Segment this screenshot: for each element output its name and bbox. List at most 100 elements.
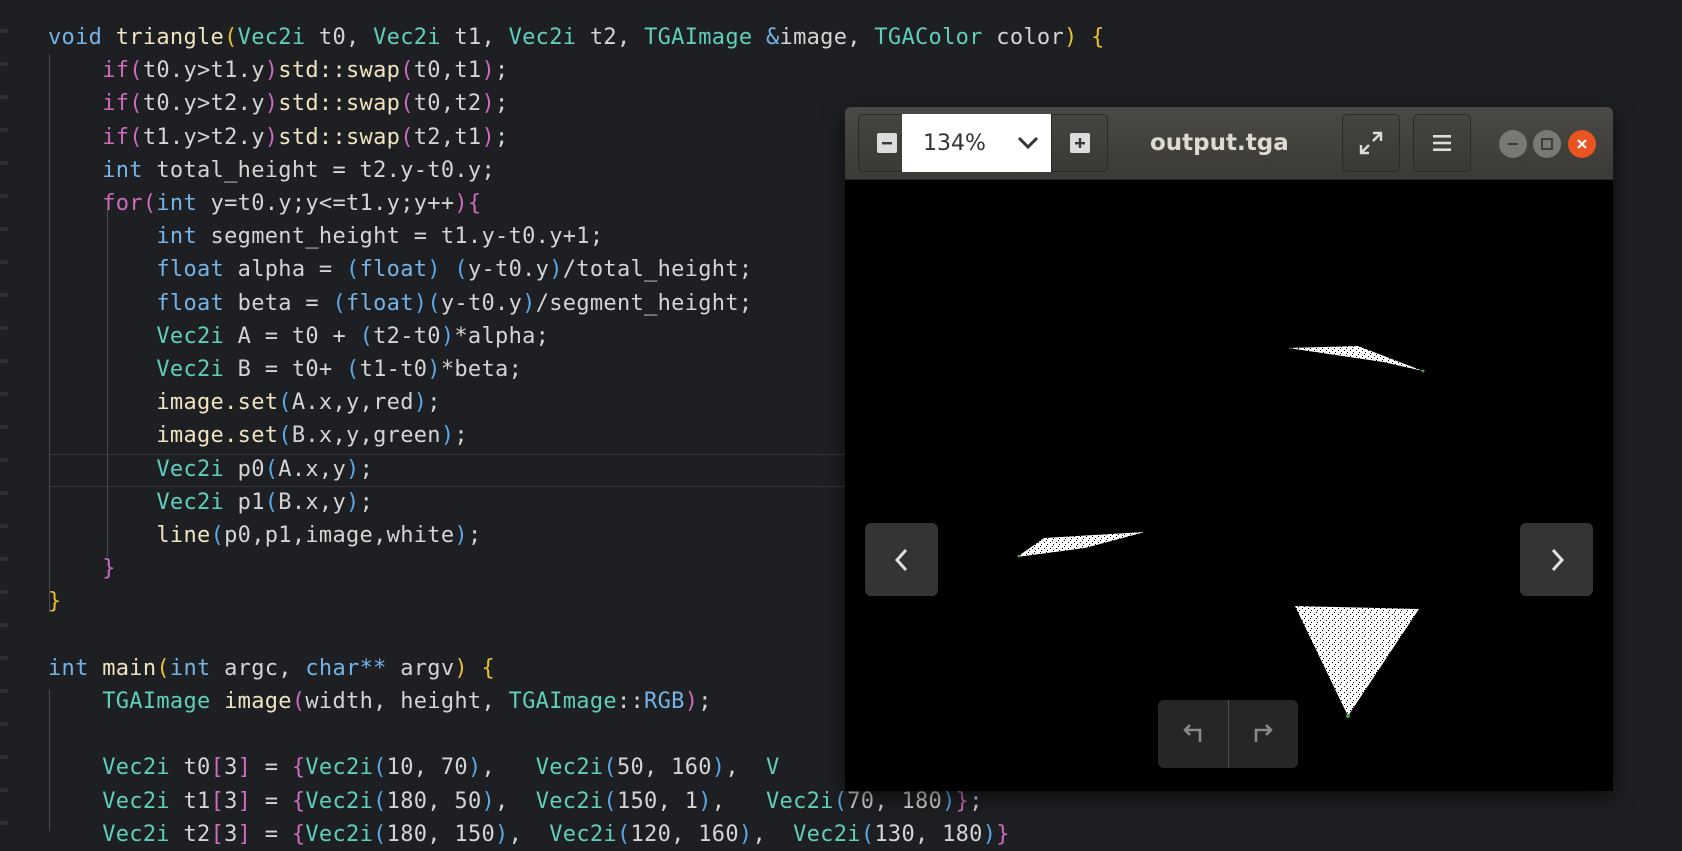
code-token: t1-t0 (359, 357, 428, 382)
code-token: Vec2i (793, 821, 861, 847)
close-button[interactable] (1568, 130, 1596, 158)
code-token: ( (129, 91, 143, 117)
code-token: t0.y>t2.y (142, 91, 265, 117)
code-token: ) (346, 456, 360, 482)
code-token: Vec2i (156, 357, 225, 382)
code-token: TGAImage (644, 25, 753, 50)
code-token: p0 (224, 456, 265, 482)
code-line: if(t1.y>t2.y)std::swap(t2,t1); (48, 121, 509, 154)
code-token: ( (373, 821, 387, 847)
code-token: ( (291, 689, 306, 714)
triangle-shape (1017, 532, 1145, 557)
maximize-button[interactable] (1533, 130, 1561, 158)
code-line: Vec2i B = t0+ (t1-t0)*beta; (48, 353, 522, 386)
code-token: ) (264, 58, 279, 84)
code-line: image.set(B.x,y,green); (48, 419, 468, 452)
code-token: ( (400, 91, 414, 117)
code-token: B.x,y (278, 489, 347, 515)
image-viewer-window[interactable]: 134% output.tga (845, 107, 1613, 791)
code-token: Vec2i (508, 25, 577, 50)
code-token: ( (616, 821, 631, 847)
code-token: :: (616, 689, 645, 714)
code-token: [ (210, 821, 225, 847)
code-token: y=t0.y;y<=t1.y;y++ (197, 191, 455, 216)
code-token: t2,t1 (413, 124, 482, 150)
code-token: { (467, 191, 482, 216)
code-line: image.set(A.x,y,red); (48, 386, 441, 419)
code-token: total_height = t2.y-t0.y; (142, 157, 496, 183)
code-token: ; (427, 390, 441, 416)
code-token: t0,t1 (413, 58, 482, 84)
fold-gutter (0, 0, 8, 831)
code-token: int (48, 655, 89, 681)
code-token: ( (603, 788, 617, 814)
code-token: TGAImage (508, 689, 617, 714)
code-token: float (156, 290, 225, 316)
rotate-left-button[interactable] (1158, 700, 1228, 768)
code-token: ) (481, 91, 496, 117)
code-token: t0.y>t1.y (142, 58, 265, 84)
code-token: for (102, 191, 143, 216)
green-vertex-marker (1421, 369, 1425, 373)
image-canvas[interactable] (845, 180, 1613, 791)
code-line: Vec2i A = t0 + (t2-t0)*alpha; (48, 320, 549, 353)
previous-image-icon (894, 548, 907, 571)
code-token: ) (495, 821, 509, 847)
zoom-level-dropdown[interactable]: 134% (902, 114, 1051, 172)
code-token: ; (698, 689, 712, 714)
code-token: Vec2i (305, 788, 374, 814)
code-token: image.set (156, 423, 279, 449)
previous-image-button[interactable] (865, 523, 938, 596)
code-token: p1 (224, 489, 265, 515)
code-token: 180, 150 (386, 821, 496, 847)
code-token: std::swap (278, 58, 401, 84)
code-token: RGB (644, 689, 685, 714)
menu-button[interactable] (1413, 114, 1471, 172)
code-token: [ (210, 788, 225, 814)
code-token: , (508, 821, 550, 847)
code-token: ( (142, 191, 157, 216)
code-token: std::swap (278, 124, 401, 150)
code-token: } (102, 556, 116, 582)
minimize-button[interactable] (1499, 130, 1527, 158)
code-token: ) (413, 390, 428, 416)
code-token: = (251, 821, 292, 847)
next-image-button[interactable] (1520, 523, 1593, 596)
next-image-icon (1551, 548, 1564, 571)
code-token: 10, 70 (386, 755, 468, 781)
code-token: y-t0.y (467, 257, 550, 283)
code-token: A.x,y (278, 456, 347, 482)
code-token: ) (454, 191, 468, 216)
code-token: ; (495, 91, 509, 117)
code-token: /total_height; (562, 257, 753, 283)
code-token: Vec2i (305, 755, 374, 781)
code-line: int segment_height = t1.y-t0.y+1; (48, 220, 603, 253)
code-token: Vec2i (156, 456, 225, 482)
code-token: ( (603, 755, 617, 781)
code-token: ) (1064, 25, 1078, 50)
code-token: t0 (169, 755, 211, 781)
code-token: ( (833, 788, 848, 814)
code-token: { (481, 655, 496, 681)
code-token: width, height, (305, 689, 509, 714)
code-line: int total_height = t2.y-t0.y; (48, 154, 495, 187)
code-line: void triangle(Vec2i t0, Vec2i t1, Vec2i … (48, 21, 1105, 54)
code-token: B.x,y,green (291, 423, 441, 449)
code-token: main (102, 655, 157, 681)
rotate-right-button[interactable] (1229, 700, 1299, 768)
code-token: [ (210, 755, 225, 781)
zoom-in-button[interactable] (1051, 114, 1108, 172)
zoom-out-icon (876, 133, 897, 153)
header-bar: 134% output.tga (845, 107, 1613, 180)
fullscreen-button[interactable] (1342, 114, 1400, 172)
code-token: ( (359, 323, 374, 349)
code-token: ) (427, 357, 441, 382)
